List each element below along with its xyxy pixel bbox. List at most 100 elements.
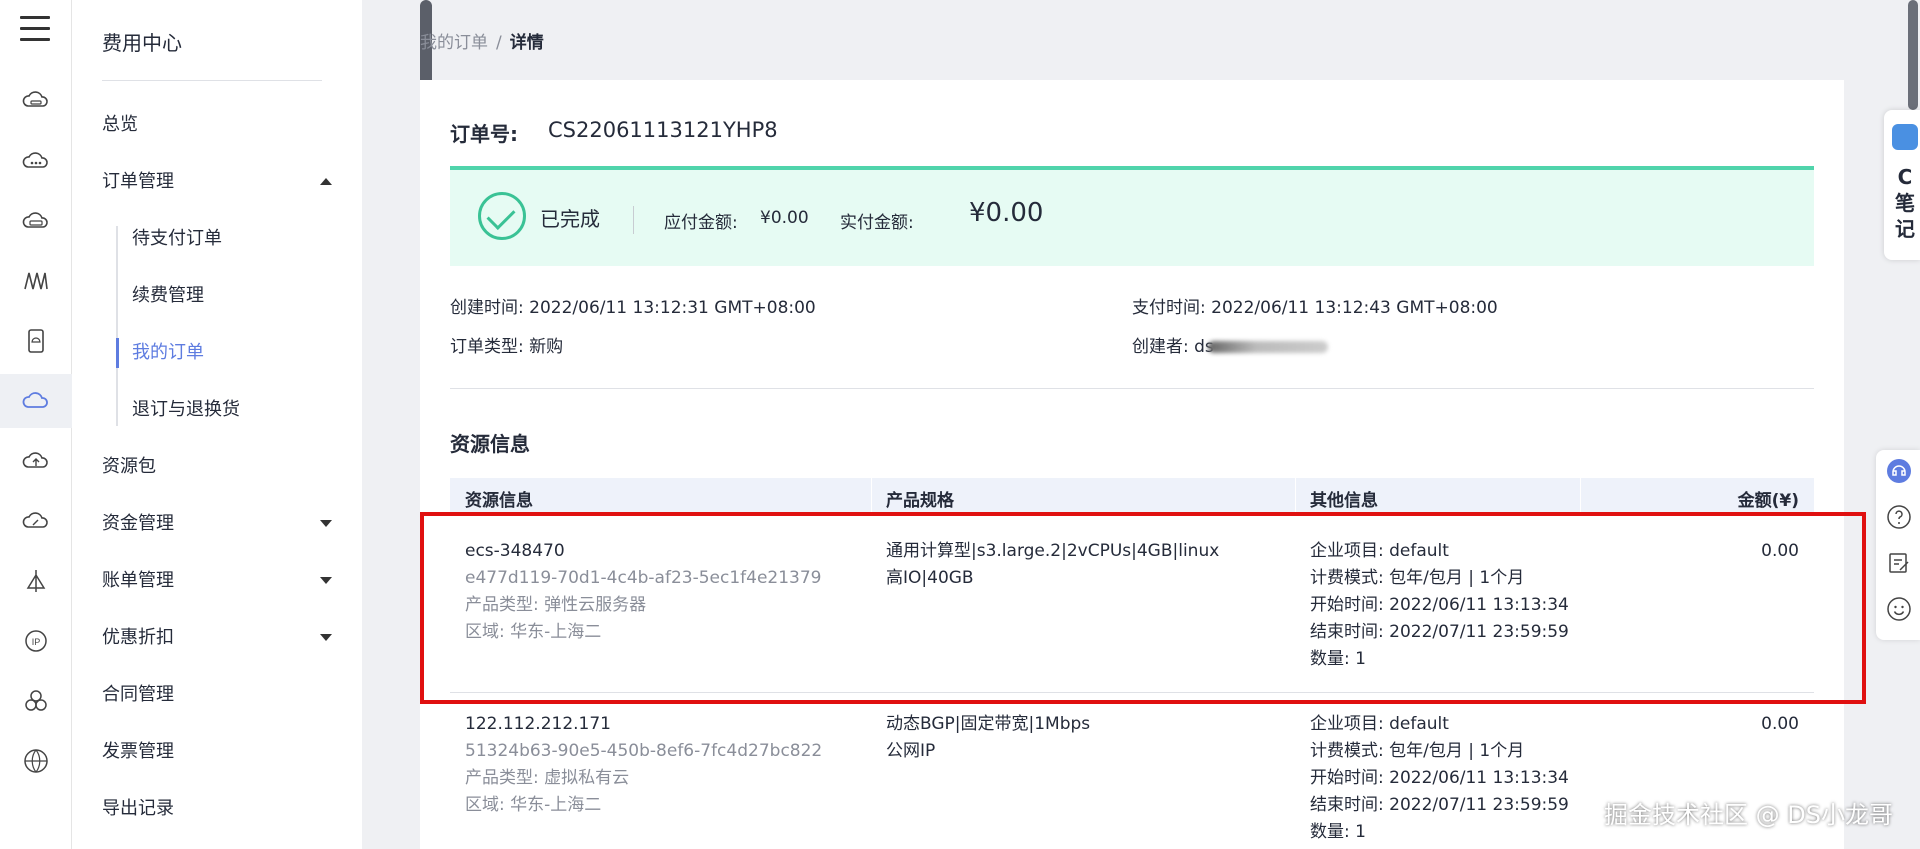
amount-due-label: 应付金额: <box>664 213 738 233</box>
end-time: 结束时间: 2022/07/11 23:59:59 <box>1310 795 1569 815</box>
order-detail-card: 订单号: CS22061113121YHP8 已完成 应付金额: ¥0.00 实… <box>420 80 1844 849</box>
amount-cell: 0.00 <box>1761 714 1799 734</box>
col-divider <box>1295 478 1296 514</box>
watermark: 掘金技术社区 @ DS小龙哥 <box>1604 801 1893 829</box>
feedback-edit-icon[interactable] <box>1884 548 1914 578</box>
caret-down-icon <box>320 634 332 641</box>
menu-item-exports[interactable]: 导出记录 <box>102 794 332 824</box>
resource-id: 51324b63-90e5-450b-8ef6-7fc4d27bc822 <box>465 741 823 761</box>
ip-icon[interactable]: IP <box>0 614 72 668</box>
resource-product-type: 产品类型: 虚拟私有云 <box>465 768 630 788</box>
submenu-line <box>116 226 118 426</box>
col-spec: 产品规格 <box>886 491 954 511</box>
resource-section-title: 资源信息 <box>450 432 530 456</box>
breadcrumb-separator: / <box>496 33 502 53</box>
cloud-active-icon[interactable] <box>0 374 72 428</box>
status-divider <box>633 206 634 234</box>
waves-icon[interactable] <box>0 254 72 308</box>
menu-item-pending[interactable]: 待支付订单 <box>132 224 222 254</box>
spec-cell: 动态BGP|固定带宽|1Mbps 公网IP <box>886 711 1090 765</box>
quantity: 数量: 1 <box>1310 822 1366 842</box>
col-other: 其他信息 <box>1310 491 1378 511</box>
menu-item-discounts[interactable]: 优惠折扣 <box>102 623 332 653</box>
menu-item-orders[interactable]: 订单管理 <box>102 167 332 197</box>
menu-item-funds[interactable]: 资金管理 <box>102 509 332 539</box>
amount-paid-value: ¥0.00 <box>969 198 1044 228</box>
col-divider <box>871 478 872 514</box>
col-amount: 金额(¥) <box>1737 491 1799 511</box>
check-circle-icon <box>478 192 526 240</box>
col-resource: 资源信息 <box>465 491 533 511</box>
breadcrumb-parent[interactable]: 我的订单 <box>420 33 488 53</box>
created-time: 创建时间: 2022/06/11 13:12:31 GMT+08:00 <box>450 293 816 318</box>
pay-time: 支付时间: 2022/06/11 13:12:43 GMT+08:00 <box>1132 293 1498 318</box>
order-status-banner: 已完成 应付金额: ¥0.00 实付金额: ¥0.00 <box>450 166 1814 266</box>
menu-item-packages[interactable]: 资源包 <box>102 452 332 482</box>
cloud-dots-icon[interactable] <box>0 134 72 188</box>
creator: 创建者: ds <box>1132 332 1328 357</box>
cloud-speed-icon[interactable] <box>0 494 72 548</box>
caret-down-icon <box>320 577 332 584</box>
pay-time-label: 支付时间: <box>1132 298 1206 318</box>
note-badge-icon <box>1892 124 1918 150</box>
svg-text:IP: IP <box>32 637 41 647</box>
network-icon[interactable] <box>0 554 72 608</box>
help-icon[interactable] <box>1884 502 1914 532</box>
highlight-box <box>420 512 1866 704</box>
menu-item-bills-label: 账单管理 <box>102 570 174 591</box>
submenu-active-indicator <box>116 338 119 368</box>
menu-item-contracts[interactable]: 合同管理 <box>102 680 332 710</box>
col-divider <box>1580 478 1581 514</box>
cloud-disk-icon[interactable] <box>0 194 72 248</box>
cluster-icon[interactable] <box>0 674 72 728</box>
page-scrollbar[interactable] <box>1908 0 1918 110</box>
menu-item-renewal[interactable]: 续费管理 <box>132 281 204 311</box>
section-divider <box>450 388 1814 389</box>
support-headset-icon[interactable] <box>1884 456 1914 486</box>
resource-table-header: 资源信息 产品规格 其他信息 金额(¥) <box>450 478 1814 514</box>
globe-icon[interactable] <box>0 734 72 788</box>
device-icon[interactable] <box>0 314 72 368</box>
breadcrumb-current: 详情 <box>509 33 544 53</box>
menu-item-bills[interactable]: 账单管理 <box>102 566 332 596</box>
smile-feedback-icon[interactable] <box>1884 594 1914 624</box>
icon-rail: IP <box>0 0 72 849</box>
spec-line: 公网IP <box>886 741 936 761</box>
resource-region: 区域: 华东-上海二 <box>465 795 602 815</box>
other-info-cell: 企业项目: default 计费模式: 包年/包月 | 1个月 开始时间: 20… <box>1310 711 1569 846</box>
menu-divider <box>102 80 322 81</box>
menu-icon[interactable] <box>20 16 50 44</box>
breadcrumb: 我的订单 / 详情 <box>420 28 544 53</box>
menu-item-discounts-label: 优惠折扣 <box>102 627 174 648</box>
menu-title: 费用中心 <box>102 31 182 55</box>
menu-item-funds-label: 资金管理 <box>102 513 174 534</box>
menu-item-my-orders[interactable]: 我的订单 <box>132 338 204 368</box>
resource-cell: 122.112.212.171 51324b63-90e5-450b-8ef6-… <box>465 711 822 819</box>
caret-down-icon <box>320 520 332 527</box>
cloud-upload-icon[interactable] <box>0 434 72 488</box>
pay-time-value: 2022/06/11 13:12:43 GMT+08:00 <box>1211 298 1498 318</box>
created-time-label: 创建时间: <box>450 298 524 318</box>
amount-paid-label: 实付金额: <box>840 213 914 233</box>
amount-due-value: ¥0.00 <box>760 208 809 228</box>
resource-name: 122.112.212.171 <box>465 714 612 734</box>
spec-line: 动态BGP|固定带宽|1Mbps <box>886 714 1091 734</box>
tool-bar <box>1876 450 1920 640</box>
enterprise-project: 企业项目: default <box>1310 714 1449 734</box>
sidebar-menu: 费用中心 总览 订单管理 待支付订单 续费管理 我的订单 退订与退换货 资源包 … <box>72 0 432 849</box>
menu-item-overview[interactable]: 总览 <box>102 110 332 140</box>
note-widget-label: C笔记 <box>1895 165 1915 241</box>
menu-item-invoices[interactable]: 发票管理 <box>102 737 332 767</box>
menu-item-refund[interactable]: 退订与退换货 <box>132 395 240 425</box>
cloud-server-icon[interactable] <box>0 74 72 128</box>
order-status: 已完成 <box>540 207 600 231</box>
billing-mode: 计费模式: 包年/包月 | 1个月 <box>1310 741 1525 761</box>
order-type-label: 订单类型: <box>450 337 524 357</box>
creator-label: 创建者: <box>1132 337 1189 357</box>
order-number: CS22061113121YHP8 <box>548 118 778 142</box>
order-type: 订单类型: 新购 <box>450 332 563 357</box>
order-type-value: 新购 <box>529 337 564 357</box>
note-widget[interactable]: C笔记 <box>1884 110 1920 260</box>
redacted-blur <box>1207 341 1328 353</box>
caret-up-icon <box>320 178 332 185</box>
